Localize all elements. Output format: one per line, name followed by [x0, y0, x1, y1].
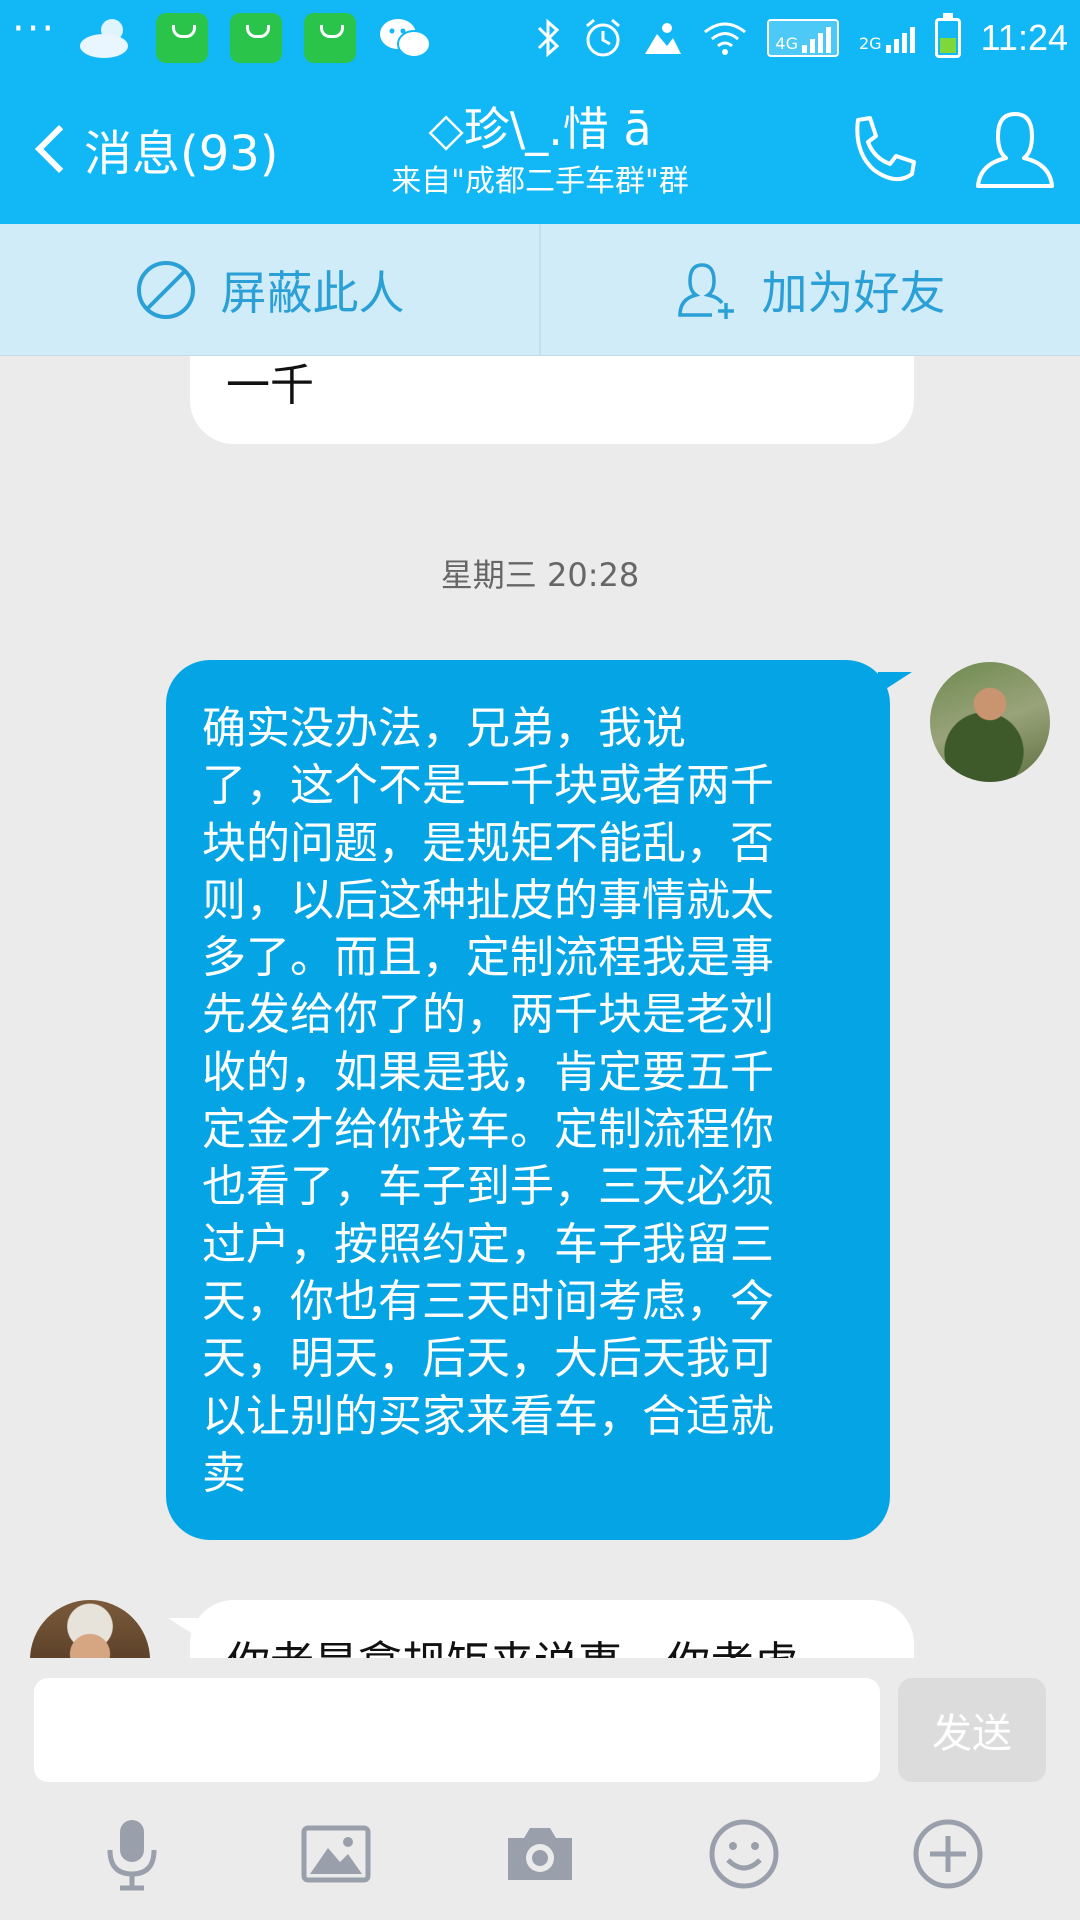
incoming-message-bubble[interactable]: 你老是拿规矩来说事，你考虑 [168, 1600, 914, 1658]
composer: 发送 [0, 1658, 1080, 1788]
alarm-icon [586, 18, 621, 57]
message-line: 卖 [202, 1447, 246, 1499]
message-timestamp: 星期三 20:28 [440, 556, 640, 594]
message-line: 天，明天，后天，大后天我可 [202, 1333, 774, 1385]
message-line: 以让别的买家来看车，合适就 [202, 1390, 774, 1442]
message-line: 块的问题，是规矩不能乱，否 [202, 817, 774, 869]
message-line: 收的，如果是我，肯定要五千 [202, 1046, 774, 1098]
chat-header: 消息(93) ◇珍\_.惜 ā 来自"成都二手车群"群 [0, 76, 1080, 224]
add-friend-label: 加为好友 [761, 265, 946, 320]
my-avatar[interactable] [930, 662, 1050, 782]
message-line: 先发给你了的，两千块是老刘 [202, 989, 774, 1041]
weather-icon [80, 19, 129, 58]
message-line: 多了。而且，定制流程我是事 [202, 932, 774, 984]
incoming-message-bubble[interactable]: 一千 [190, 356, 914, 444]
chat-title: ◇珍\_.惜 ā 来自"成都二手车群"群 [300, 100, 780, 202]
battery-icon [934, 13, 961, 58]
plus-icon[interactable] [908, 1814, 988, 1894]
outgoing-message-bubble[interactable]: 确实没办法，兄弟，我说 了，这个不是一千块或者两千 块的问题，是规矩不能乱，否 … [166, 660, 912, 1540]
image-icon[interactable] [296, 1814, 376, 1894]
message-text: 你老是拿规矩来说事，你考虑 [226, 1638, 798, 1658]
cloud-sync-icon [645, 23, 682, 54]
app-store-icon [156, 13, 209, 63]
message-line: 确实没办法，兄弟，我说 [202, 703, 686, 754]
message-line: 天，你也有三天时间考虑，今 [202, 1275, 774, 1327]
block-icon [136, 260, 195, 319]
chevron-left-icon [34, 124, 84, 174]
emoji-icon[interactable] [704, 1814, 784, 1894]
back-button[interactable]: 消息(93) [30, 114, 279, 184]
microphone-icon[interactable] [92, 1814, 172, 1894]
block-user-button[interactable]: 屏蔽此人 [0, 224, 539, 355]
camera-icon[interactable] [500, 1814, 580, 1894]
message-text: 一千 [226, 360, 314, 411]
contact-name: ◇珍\_.惜 ā [428, 102, 652, 156]
message-line: 定金才给你找车。定制流程你 [202, 1104, 774, 1156]
chat-messages[interactable]: 一千 星期三 20:28 确实没办法，兄弟，我说 了，这个不是一千块或者两千 块… [0, 356, 1080, 1658]
wifi-icon [704, 22, 747, 55]
block-user-label: 屏蔽此人 [220, 265, 405, 320]
profile-icon[interactable] [970, 106, 1060, 196]
add-friend-button[interactable]: 加为好友 [539, 224, 1080, 355]
bluetooth-icon [538, 18, 560, 58]
contact-avatar[interactable] [30, 1600, 150, 1658]
message-line: 则，以后这种扯皮的事情就太 [202, 874, 774, 926]
message-line: 也看了，车子到手，三天必须 [202, 1161, 774, 1213]
message-line: 过户，按照约定，车子我留三 [202, 1218, 774, 1270]
composer-toolbar [0, 1788, 1080, 1920]
message-text: 确实没办法，兄弟，我说 了，这个不是一千块或者两千 块的问题，是规矩不能乱，否 … [202, 700, 832, 1502]
wechat-icon [380, 19, 432, 58]
message-input[interactable] [34, 1678, 880, 1782]
message-line: 了，这个不是一千块或者两千 [202, 760, 774, 812]
clock: 11:24 [980, 17, 1068, 58]
back-label: 消息(93) [84, 126, 279, 182]
signal-4g-indicator: 4G [767, 19, 839, 57]
group-source: 来自"成都二手车群"群 [391, 164, 689, 199]
send-button[interactable]: 发送 [898, 1678, 1046, 1782]
app-store-icon [230, 13, 283, 63]
signal-2g-indicator: 2G [859, 23, 915, 53]
more-notifications-icon: ··· [12, 6, 57, 52]
app-store-icon [304, 13, 357, 63]
phone-call-icon[interactable] [836, 106, 926, 196]
add-friend-icon [677, 262, 734, 319]
stranger-action-bar: 屏蔽此人 加为好友 [0, 224, 1080, 356]
status-bar: ··· 4G 2G 11:24 [0, 0, 1080, 76]
